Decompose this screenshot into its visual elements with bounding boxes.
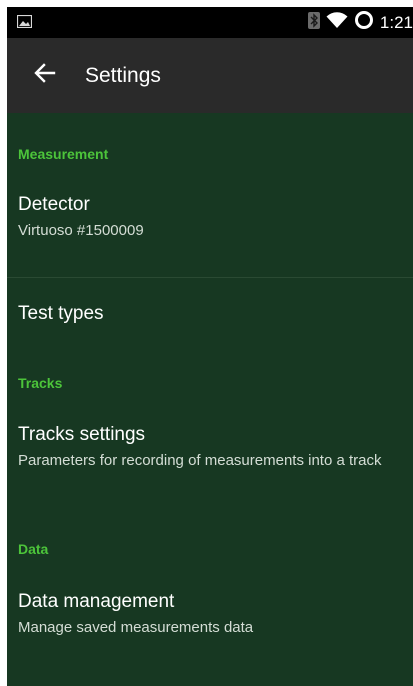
category-tracks: Tracks bbox=[18, 375, 63, 391]
pref-data-management[interactable]: Data management Manage saved measurement… bbox=[7, 590, 413, 670]
pref-title: Tracks settings bbox=[18, 424, 146, 445]
status-time: 1:21 bbox=[379, 13, 413, 32]
pref-summary: Manage saved measurements data bbox=[18, 619, 254, 636]
app-bar: Settings bbox=[7, 38, 413, 113]
pref-detector[interactable]: Detector Virtuoso #1500009 bbox=[7, 179, 413, 277]
battery-ring-icon bbox=[354, 10, 374, 35]
wifi-icon bbox=[326, 11, 348, 34]
pref-tracks-settings[interactable]: Tracks settings Parameters for recording… bbox=[7, 407, 413, 533]
pref-title: Detector bbox=[18, 194, 90, 215]
status-bar: 1:21 bbox=[7, 7, 413, 38]
bluetooth-icon bbox=[307, 11, 320, 34]
pref-title: Data management bbox=[18, 591, 175, 612]
arrow-left-icon bbox=[34, 63, 56, 88]
page-title: Settings bbox=[85, 64, 161, 87]
image-notification-icon bbox=[16, 14, 33, 29]
pref-test-types[interactable]: Test types bbox=[7, 278, 413, 350]
category-data: Data bbox=[18, 541, 49, 557]
back-button[interactable] bbox=[27, 58, 63, 94]
pref-summary: Parameters for recording of measurements… bbox=[18, 452, 382, 469]
settings-list: Measurement Detector Virtuoso #1500009 T… bbox=[7, 113, 413, 670]
pref-summary: Virtuoso #1500009 bbox=[18, 222, 144, 239]
android-screen: 1:21 Settings Measurement Detector Virtu… bbox=[7, 7, 413, 686]
pref-title: Test types bbox=[18, 303, 104, 324]
category-measurement: Measurement bbox=[18, 146, 109, 162]
